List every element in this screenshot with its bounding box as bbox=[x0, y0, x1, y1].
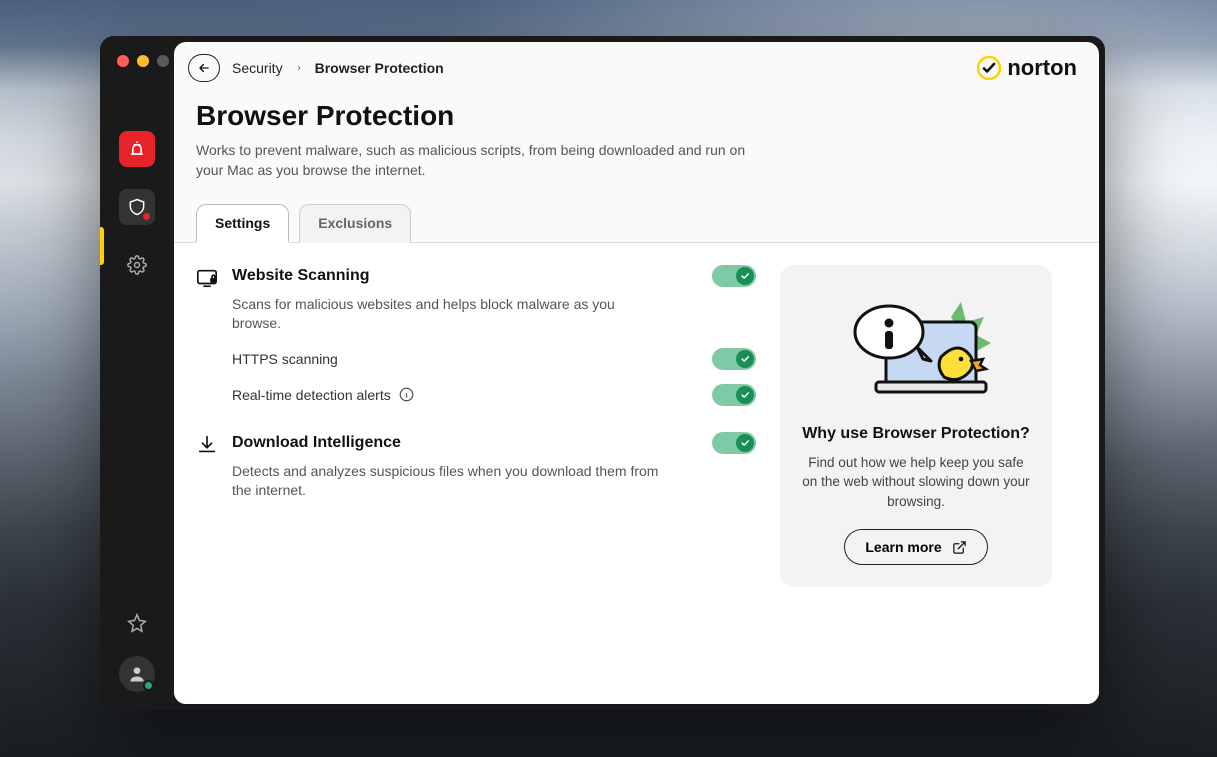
setting-label-https: HTTPS scanning bbox=[232, 351, 338, 367]
sidebar-item-alerts[interactable] bbox=[119, 131, 155, 167]
close-window-button[interactable] bbox=[117, 55, 129, 67]
sidebar-item-security[interactable] bbox=[119, 189, 155, 225]
back-button[interactable] bbox=[188, 54, 220, 82]
info-card: Why use Browser Protection? Find out how… bbox=[780, 265, 1052, 588]
brand-logo: norton bbox=[977, 55, 1077, 81]
check-icon bbox=[740, 354, 750, 364]
star-icon bbox=[127, 613, 147, 633]
tab-settings[interactable]: Settings bbox=[196, 204, 289, 243]
setting-description: Scans for malicious websites and helps b… bbox=[232, 295, 662, 334]
monitor-lock-icon bbox=[196, 267, 218, 289]
breadcrumb: Security Browser Protection bbox=[188, 54, 444, 82]
window-controls bbox=[117, 55, 169, 67]
setting-title: Download Intelligence bbox=[232, 434, 401, 452]
arrow-left-icon bbox=[196, 61, 212, 75]
info-illustration bbox=[831, 287, 1001, 407]
alert-badge-icon bbox=[142, 212, 151, 221]
sidebar-item-favorites[interactable] bbox=[127, 613, 147, 638]
check-icon bbox=[740, 438, 750, 448]
tab-exclusions[interactable]: Exclusions bbox=[299, 204, 411, 243]
info-card-title: Why use Browser Protection? bbox=[802, 425, 1030, 443]
breadcrumb-parent[interactable]: Security bbox=[232, 60, 283, 76]
minimize-window-button[interactable] bbox=[137, 55, 149, 67]
app-window: Security Browser Protection norton Brows… bbox=[100, 36, 1105, 710]
download-icon bbox=[196, 434, 218, 456]
gear-icon bbox=[127, 255, 147, 275]
sidebar-active-indicator bbox=[100, 227, 104, 265]
info-card-description: Find out how we help keep you safe on th… bbox=[800, 453, 1032, 512]
page-description: Works to prevent malware, such as malici… bbox=[196, 140, 756, 181]
presence-dot-icon bbox=[143, 680, 154, 691]
setting-group-download-intelligence: Download Intelligence Detects and analyz… bbox=[196, 432, 756, 501]
brand-text: norton bbox=[1007, 55, 1077, 81]
setting-title: Website Scanning bbox=[232, 267, 370, 285]
fullscreen-window-button[interactable] bbox=[157, 55, 169, 67]
toggle-https-scanning[interactable] bbox=[712, 348, 756, 370]
info-icon[interactable] bbox=[399, 387, 414, 402]
learn-more-button[interactable]: Learn more bbox=[844, 529, 987, 565]
norton-check-icon bbox=[977, 56, 1001, 80]
toggle-website-scanning[interactable] bbox=[712, 265, 756, 287]
content-pane: Security Browser Protection norton Brows… bbox=[174, 42, 1099, 704]
breadcrumb-current: Browser Protection bbox=[315, 60, 444, 76]
tab-bar: Settings Exclusions bbox=[174, 181, 1099, 243]
check-icon bbox=[740, 271, 750, 281]
setting-description: Detects and analyzes suspicious files wh… bbox=[232, 462, 662, 501]
toggle-realtime-alerts[interactable] bbox=[712, 384, 756, 406]
sidebar-item-settings[interactable] bbox=[119, 247, 155, 283]
external-link-icon bbox=[952, 540, 967, 555]
check-icon bbox=[740, 390, 750, 400]
page-title: Browser Protection bbox=[196, 100, 1077, 132]
sidebar bbox=[100, 36, 174, 710]
toggle-download-intelligence[interactable] bbox=[712, 432, 756, 454]
siren-icon bbox=[127, 139, 147, 159]
chevron-right-icon bbox=[295, 62, 303, 74]
setting-label-realtime: Real-time detection alerts bbox=[232, 387, 414, 403]
setting-group-website-scanning: Website Scanning Scans for malicious web… bbox=[196, 265, 756, 406]
account-avatar[interactable] bbox=[119, 656, 155, 692]
